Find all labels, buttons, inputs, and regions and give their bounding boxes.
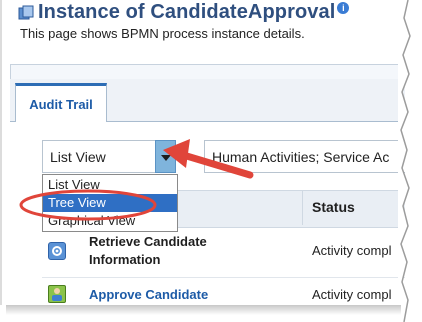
option-graphical-view[interactable]: Graphical View [43, 212, 177, 230]
page-title: Instance of CandidateApproval [38, 1, 336, 23]
table-row-name: Retrieve Candidate Information [89, 233, 207, 269]
chevron-down-icon [161, 155, 171, 161]
task-name-line: Retrieve Candidate [89, 234, 207, 249]
task-status: Activity compl [312, 243, 392, 258]
view-select-toggle[interactable] [155, 140, 176, 173]
view-select-value: List View [50, 149, 106, 165]
header-divider [302, 191, 303, 225]
page-header: Instance of CandidateApproval i [18, 1, 350, 24]
tab-audit-trail[interactable]: Audit Trail [15, 83, 107, 124]
torn-edge [398, 0, 411, 322]
info-icon[interactable]: i [337, 1, 350, 14]
table-header [178, 190, 405, 228]
activity-filter-select[interactable]: Human Activities; Service Ac [204, 140, 405, 173]
screenshot-frame: Instance of CandidateApproval i This pag… [0, 0, 405, 305]
task-status: Activity compl [312, 287, 392, 302]
column-header-status: Status [312, 199, 355, 215]
view-dropdown-list: List View Tree View Graphical View [42, 174, 178, 232]
tab-label: Audit Trail [29, 97, 93, 112]
human-task-icon [48, 285, 66, 303]
option-list-view[interactable]: List View [43, 176, 177, 194]
task-name-line: Information [89, 252, 161, 267]
page-subtitle: This page shows BPMN process instance de… [20, 26, 305, 41]
frame-edge [0, 0, 2, 305]
process-instance-icon [18, 5, 34, 19]
filter-value: Human Activities; Service Ac [212, 149, 390, 165]
service-task-icon [48, 242, 66, 260]
option-tree-view[interactable]: Tree View [43, 194, 177, 212]
row-divider [42, 277, 405, 278]
frame-shadow [6, 305, 401, 315]
task-link-approve-candidate[interactable]: Approve Candidate [89, 286, 208, 304]
